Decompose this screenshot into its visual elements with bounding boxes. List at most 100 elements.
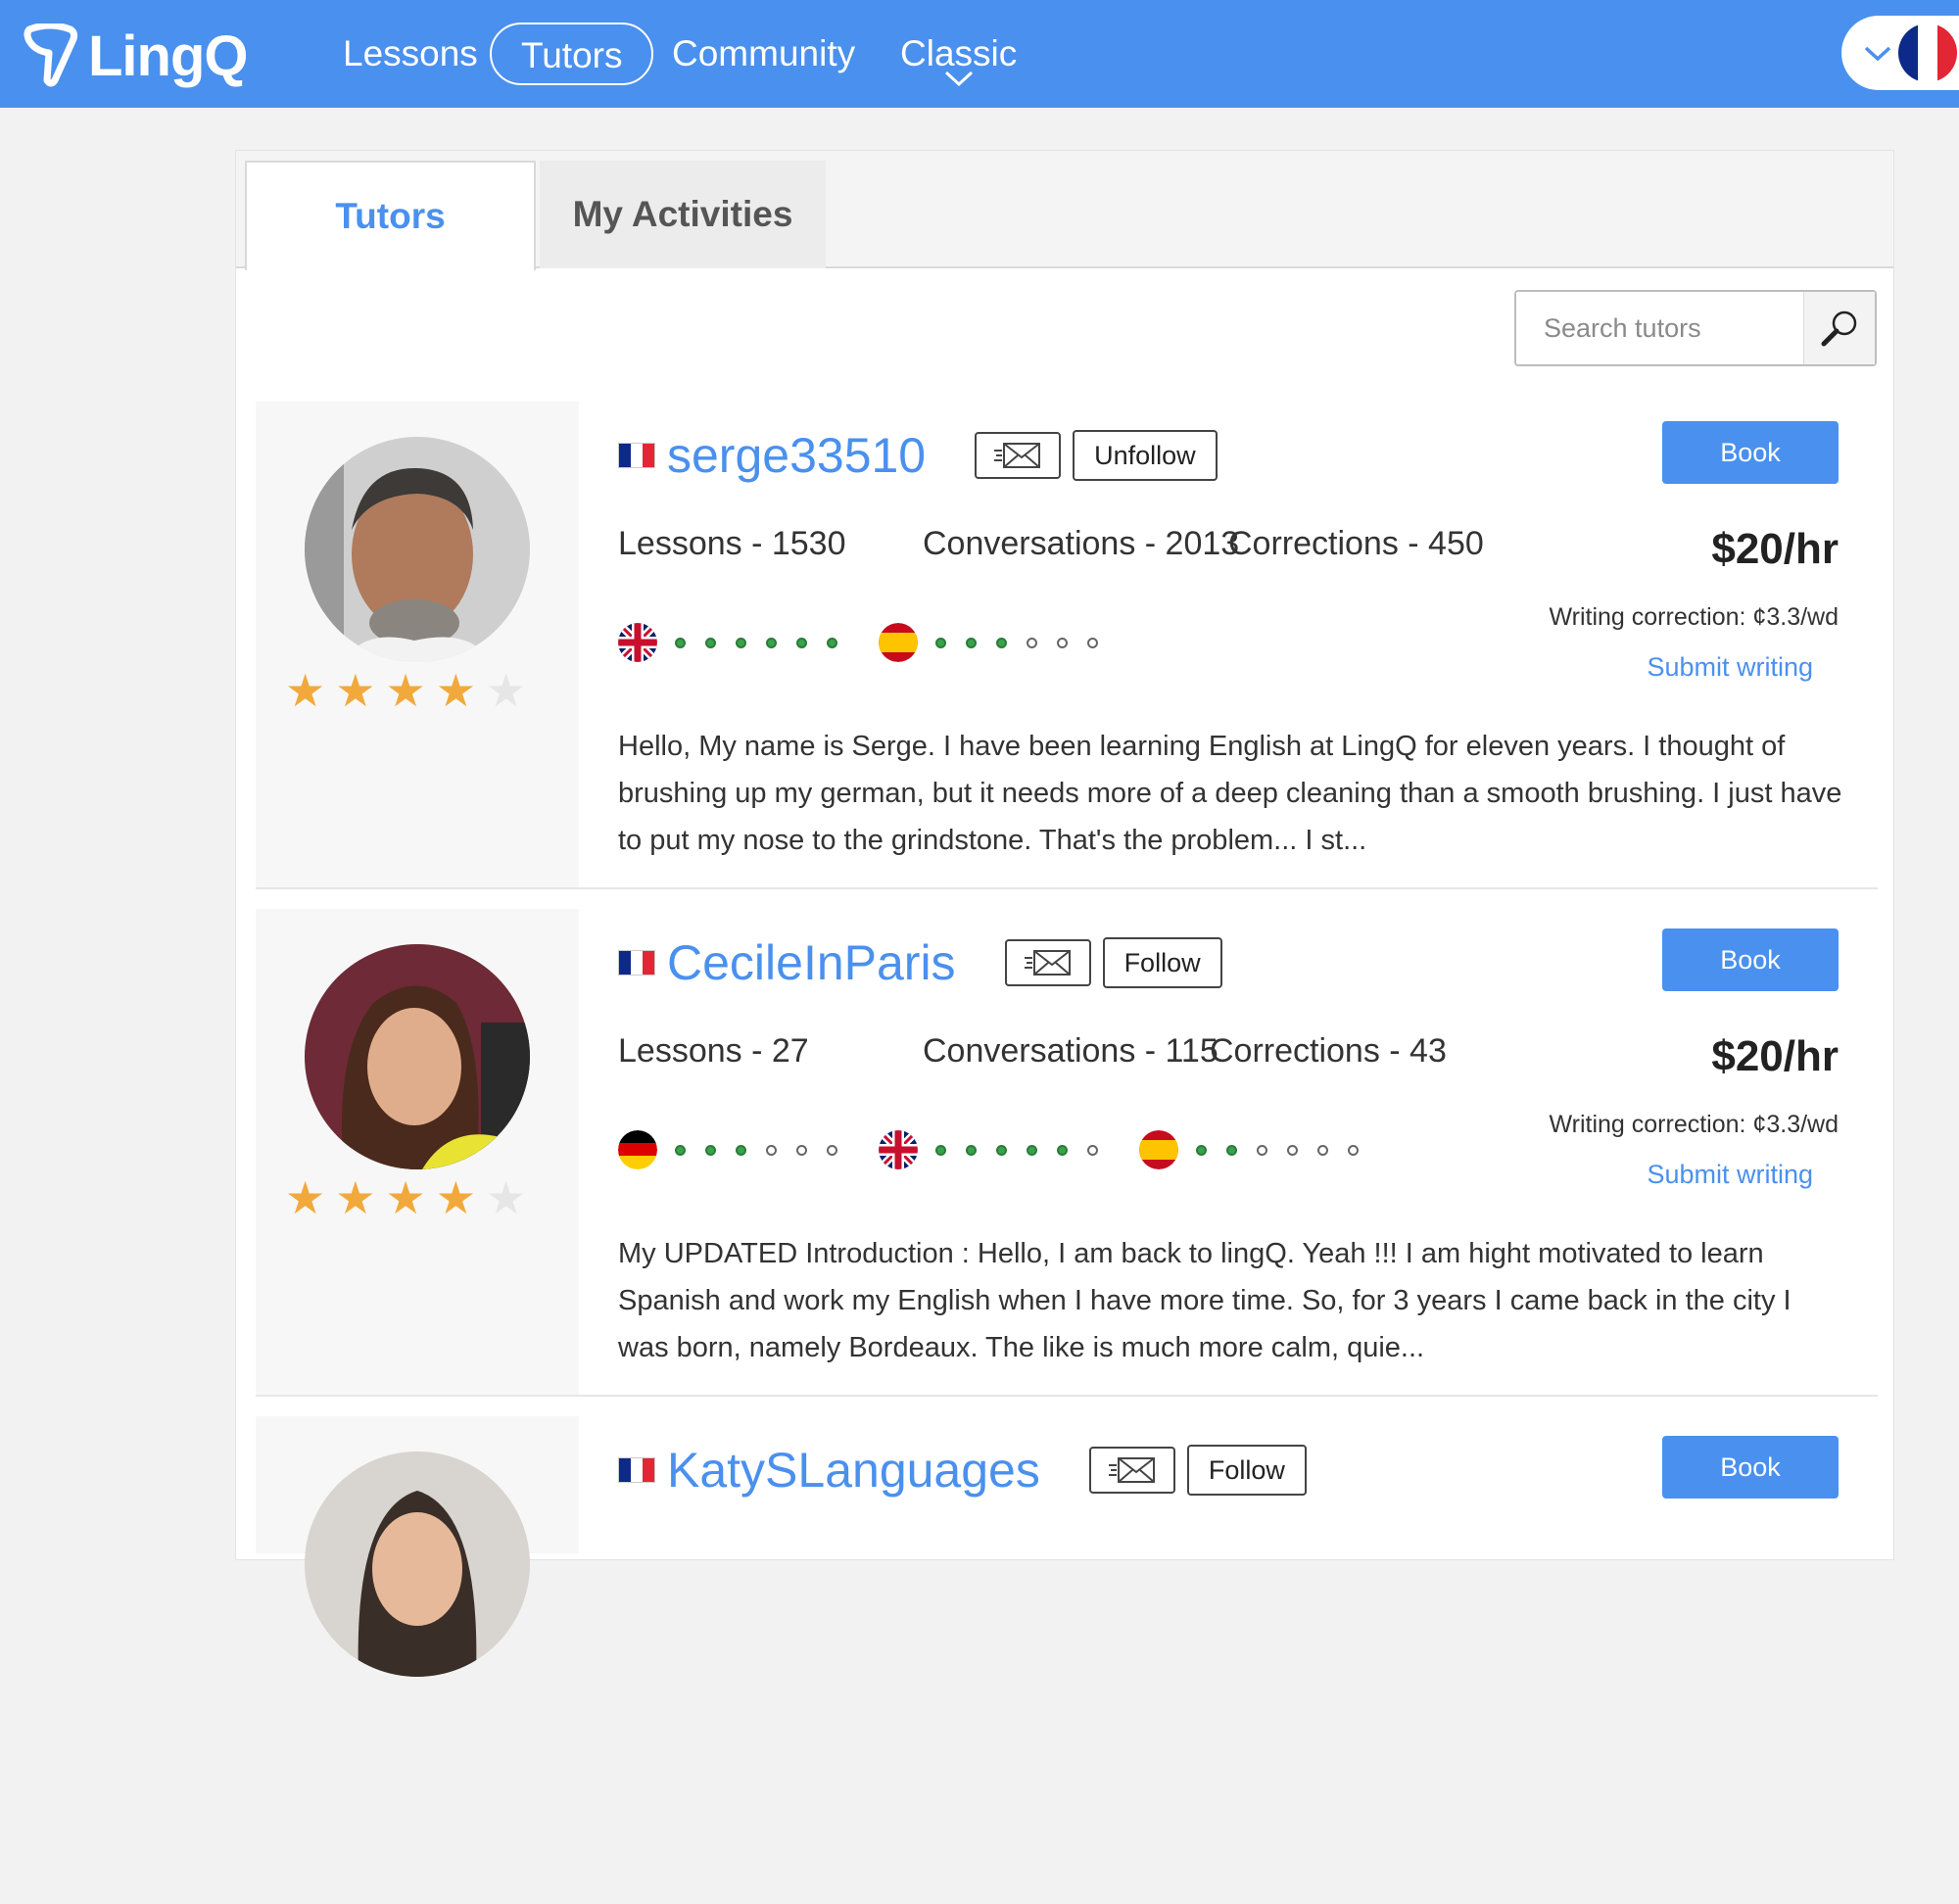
level-dot	[766, 637, 777, 648]
level-dot	[935, 1144, 946, 1156]
level-dot	[1257, 1144, 1267, 1156]
star-full-icon: ★	[285, 1172, 326, 1223]
star-full-icon: ★	[435, 665, 476, 716]
avatar[interactable]	[305, 1452, 530, 1677]
level-dot	[1317, 1144, 1328, 1156]
level-dot	[827, 637, 837, 648]
level-dot	[675, 1144, 686, 1156]
level-dot	[1057, 1144, 1068, 1156]
corrections-count: Corrections - 43	[1210, 1032, 1447, 1070]
nav-tutors[interactable]: Tutors	[490, 23, 654, 85]
chevron-down-icon	[944, 71, 973, 87]
book-button[interactable]: Book	[1662, 421, 1839, 484]
star-rating: ★ ★ ★ ★ ★	[285, 1175, 526, 1220]
tutor-profile-panel	[256, 1416, 579, 1677]
level-dot	[736, 637, 746, 648]
message-button[interactable]	[1088, 1447, 1175, 1494]
star-full-icon: ★	[335, 665, 376, 716]
level-dot	[796, 637, 807, 648]
star-full-icon: ★	[385, 1172, 426, 1223]
level-dots	[1196, 1144, 1359, 1156]
submit-writing-link[interactable]: Submit writing	[1647, 652, 1813, 683]
star-empty-icon: ★	[486, 1172, 527, 1223]
tutor-name-link[interactable]: KatySLanguages	[667, 1442, 1040, 1499]
tutor-bio: Hello, My name is Serge. I have been lea…	[618, 731, 1842, 856]
language-selector[interactable]	[1841, 16, 1959, 90]
star-full-icon: ★	[285, 665, 326, 716]
tutor-name-row: KatySLanguages Follow	[618, 1436, 1307, 1504]
tutor-profile-panel: ★ ★ ★ ★ ★	[256, 909, 579, 1395]
tutor-card: ★ ★ ★ ★ ★ CecileInParis Follow Book Less…	[256, 909, 1878, 1397]
book-button[interactable]: Book	[1662, 928, 1839, 991]
language-level-english	[879, 1130, 1098, 1169]
level-dot	[1087, 637, 1098, 648]
hourly-price: $20/hr	[1711, 1032, 1839, 1080]
conversations-count: Conversations - 115	[923, 1032, 1218, 1070]
level-dot	[1027, 637, 1037, 648]
level-dot	[1348, 1144, 1359, 1156]
star-empty-icon: ★	[486, 665, 527, 716]
france-flag-icon	[618, 443, 655, 468]
tab-my-activities[interactable]: My Activities	[540, 161, 826, 268]
level-dot	[1057, 637, 1068, 648]
level-dots	[935, 1144, 1098, 1156]
message-button[interactable]	[1004, 939, 1091, 986]
tutor-name-row: CecileInParis Follow	[618, 928, 1222, 997]
lessons-count: Lessons - 27	[618, 1032, 809, 1070]
star-full-icon: ★	[335, 1172, 376, 1223]
france-flag-icon	[1898, 24, 1957, 82]
tutor-name-link[interactable]: CecileInParis	[667, 934, 956, 991]
nav-tutors-label: Tutors	[521, 35, 623, 75]
search-input[interactable]	[1516, 292, 1805, 364]
nav-lessons[interactable]: Lessons	[313, 23, 507, 85]
level-dot	[705, 1144, 716, 1156]
uk-flag-icon	[618, 623, 657, 662]
tutor-card: ★ ★ ★ ★ ★ serge33510 Unfollow Book Lesso…	[256, 402, 1878, 889]
level-dot	[705, 637, 716, 648]
logo-text: LingQ	[88, 24, 249, 88]
top-navigation-bar: LingQ Lessons Tutors Community Classic	[0, 0, 1959, 108]
unfollow-button[interactable]: Unfollow	[1073, 430, 1218, 481]
level-dot	[827, 1144, 837, 1156]
search-icon	[1821, 310, 1857, 347]
submit-writing-link[interactable]: Submit writing	[1647, 1160, 1813, 1190]
nav-classic[interactable]: Classic	[871, 23, 1046, 87]
conversations-count: Conversations - 2013	[923, 525, 1240, 562]
level-dot	[996, 637, 1007, 648]
nav-lessons-label: Lessons	[343, 33, 478, 73]
language-level-german	[618, 1130, 837, 1169]
level-dot	[966, 637, 977, 648]
language-level-english	[618, 623, 837, 662]
germany-flag-icon	[618, 1130, 657, 1169]
message-button[interactable]	[975, 432, 1062, 479]
nav-community[interactable]: Community	[643, 23, 884, 85]
level-dot	[1087, 1144, 1098, 1156]
envelope-icon	[994, 443, 1041, 468]
avatar[interactable]	[305, 944, 530, 1169]
nav-classic-label: Classic	[900, 33, 1018, 73]
level-dot	[1196, 1144, 1207, 1156]
tutor-profile-panel: ★ ★ ★ ★ ★	[256, 402, 579, 887]
lingq-logo[interactable]: LingQ	[22, 12, 249, 100]
avatar-photo	[305, 944, 530, 1169]
writing-correction-rate: Writing correction: ¢3.3/wd	[1549, 603, 1840, 631]
level-dots	[675, 1144, 837, 1156]
tutor-name-link[interactable]: serge33510	[667, 427, 926, 484]
tab-bar: Tutors My Activities	[236, 151, 1893, 270]
search-button[interactable]	[1803, 292, 1875, 364]
star-full-icon: ★	[435, 1172, 476, 1223]
tutor-card: KatySLanguages Follow Book	[256, 1416, 1878, 1904]
book-button[interactable]: Book	[1662, 1436, 1839, 1499]
follow-button[interactable]: Follow	[1102, 937, 1222, 988]
language-levels	[618, 623, 1139, 662]
level-dot	[996, 1144, 1007, 1156]
uk-flag-icon	[879, 1130, 918, 1169]
chevron-down-icon	[1864, 46, 1891, 62]
spain-flag-icon	[1139, 1130, 1178, 1169]
tab-tutors[interactable]: Tutors	[245, 161, 536, 270]
lessons-count: Lessons - 1530	[618, 525, 846, 562]
search-box	[1514, 290, 1877, 366]
avatar[interactable]	[305, 437, 530, 662]
avatar-photo	[305, 437, 530, 662]
follow-button[interactable]: Follow	[1186, 1445, 1307, 1496]
